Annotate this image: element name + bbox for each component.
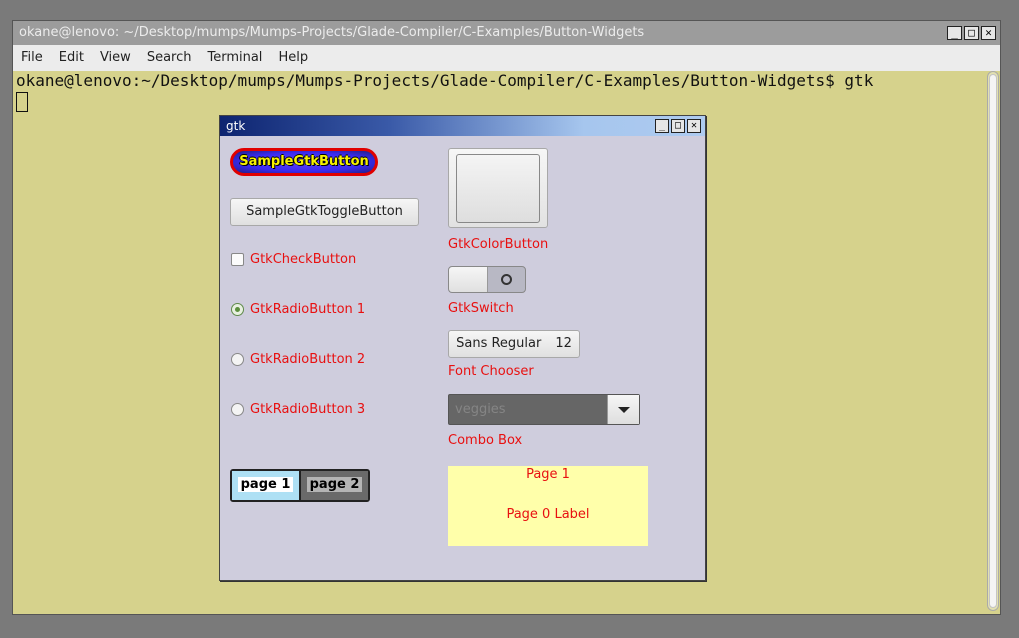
terminal-title: okane@lenovo: ~/Desktop/mumps/Mumps-Proj… [19,25,645,40]
font-family: Sans Regular [456,336,542,351]
menu-view[interactable]: View [92,45,139,71]
radio-button-2[interactable]: GtkRadioButton 2 [231,352,365,367]
notebook-tabs: page 1 page 2 [230,469,370,502]
tab-page-2[interactable]: page 2 [301,471,368,500]
menu-terminal[interactable]: Terminal [199,45,270,71]
font-chooser-label: Font Chooser [448,364,534,379]
checkbox[interactable] [231,253,244,266]
gtk-titlebar[interactable]: gtk _ □ ✕ [220,116,705,136]
radio-button-3[interactable]: GtkRadioButton 3 [231,402,365,417]
sample-gtk-button[interactable]: SampleGtkButton [230,148,378,176]
tab-page-2-label: page 2 [306,477,363,492]
menu-search[interactable]: Search [139,45,200,71]
switch-label: GtkSwitch [448,301,514,316]
menu-edit[interactable]: Edit [51,45,92,71]
switch-off-icon [501,274,512,285]
prompt-line: okane@lenovo:~/Desktop/mumps/Mumps-Proje… [16,71,874,90]
gtk-maximize-button[interactable]: □ [671,119,685,133]
color-button-label: GtkColorButton [448,237,549,252]
scrollbar-thumb[interactable] [989,74,997,608]
radio-button-1[interactable]: GtkRadioButton 1 [231,302,365,317]
radio-icon[interactable] [231,353,244,366]
close-button[interactable]: ✕ [981,26,996,40]
radio-selected-icon[interactable] [231,303,244,316]
menu-help[interactable]: Help [270,45,316,71]
combo-box[interactable]: veggies [448,394,640,425]
terminal-titlebar[interactable]: okane@lenovo: ~/Desktop/mumps/Mumps-Proj… [13,21,1000,45]
minimize-button[interactable]: _ [947,26,962,40]
switch-knob[interactable] [449,267,488,292]
gtk-dialog: gtk _ □ ✕ SampleGtkButton SampleGtkToggl… [219,115,706,581]
radio-icon[interactable] [231,403,244,416]
menu-file[interactable]: File [13,45,51,71]
menu-bar: File Edit View Search Terminal Help [13,45,1000,71]
scrollbar[interactable] [987,71,999,611]
notebook-page: Page 1 Page 0 Label [448,466,648,546]
color-swatch [456,154,540,223]
radio-label-1: GtkRadioButton 1 [250,302,366,317]
check-button[interactable]: GtkCheckButton [231,252,356,267]
text-cursor [16,92,28,112]
radio-label-2: GtkRadioButton 2 [250,352,366,367]
combo-box-label: Combo Box [448,433,523,448]
tab-page-1-label: page 1 [237,477,294,492]
chevron-down-icon[interactable] [607,395,639,424]
font-chooser-button[interactable]: Sans Regular 12 [448,330,580,358]
font-size: 12 [555,336,572,351]
tab-page-1[interactable]: page 1 [232,471,301,500]
notebook-page-title: Page 1 [526,467,570,482]
gtk-title: gtk [226,119,246,133]
sample-toggle-button[interactable]: SampleGtkToggleButton [230,198,419,226]
maximize-button[interactable]: □ [964,26,979,40]
combo-placeholder: veggies [455,402,506,417]
gtk-minimize-button[interactable]: _ [655,119,669,133]
gtk-switch[interactable] [448,266,526,293]
gtk-close-button[interactable]: ✕ [687,119,701,133]
radio-label-3: GtkRadioButton 3 [250,402,366,417]
check-button-label: GtkCheckButton [250,252,357,267]
color-button[interactable] [448,148,548,228]
notebook-page-label: Page 0 Label [506,507,590,522]
